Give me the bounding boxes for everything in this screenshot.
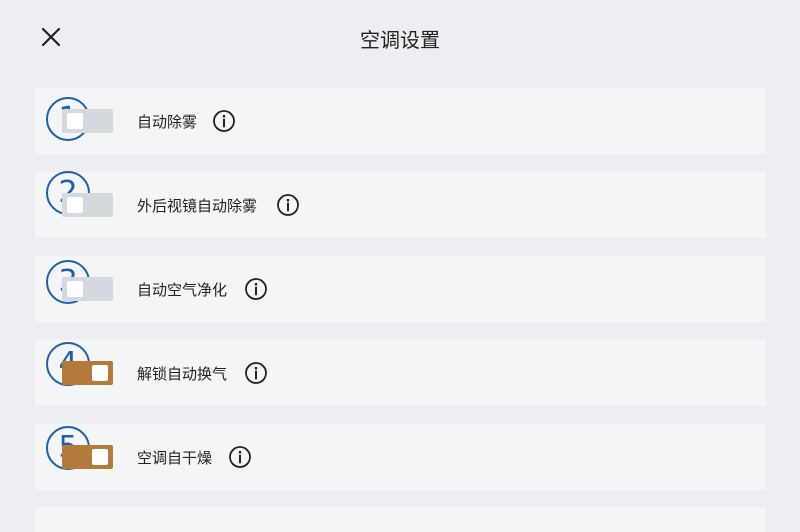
- header-bar: 空调设置: [0, 0, 800, 76]
- setting-row-auto-defog: 1 自动除雾: [35, 88, 766, 154]
- setting-row-ac-self-dry: 5 空调自干燥: [35, 424, 766, 490]
- auto-defog-toggle[interactable]: [62, 109, 113, 133]
- setting-row-unlock-ventilation: 4 解锁自动换气: [35, 340, 766, 406]
- toggle-knob: [67, 281, 83, 297]
- info-icon[interactable]: [276, 193, 300, 217]
- info-icon[interactable]: [244, 277, 268, 301]
- unlock-ventilation-toggle[interactable]: [62, 361, 113, 385]
- mirror-defog-toggle[interactable]: [62, 193, 113, 217]
- setting-label: 空调自干燥: [137, 449, 213, 467]
- setting-row-air-purify: 3 自动空气净化: [35, 256, 766, 322]
- info-icon[interactable]: [228, 445, 252, 469]
- setting-row-mirror-defog: 2 外后视镜自动除雾: [35, 171, 766, 238]
- toggle-knob: [67, 113, 83, 129]
- setting-label: 外后视镜自动除雾: [137, 197, 258, 215]
- ac-self-dry-toggle[interactable]: [62, 445, 113, 469]
- toggle-knob: [92, 365, 108, 381]
- toggle-knob: [67, 197, 83, 213]
- page-title: 空调设置: [360, 28, 440, 52]
- setting-label: 自动除雾: [137, 113, 198, 131]
- next-setting-row-partial: [35, 507, 766, 532]
- air-purify-toggle[interactable]: [62, 277, 113, 301]
- info-icon[interactable]: [244, 361, 268, 385]
- info-icon[interactable]: [212, 109, 236, 133]
- setting-label: 解锁自动换气: [137, 365, 228, 383]
- setting-label: 自动空气净化: [137, 281, 228, 299]
- toggle-knob: [92, 449, 108, 465]
